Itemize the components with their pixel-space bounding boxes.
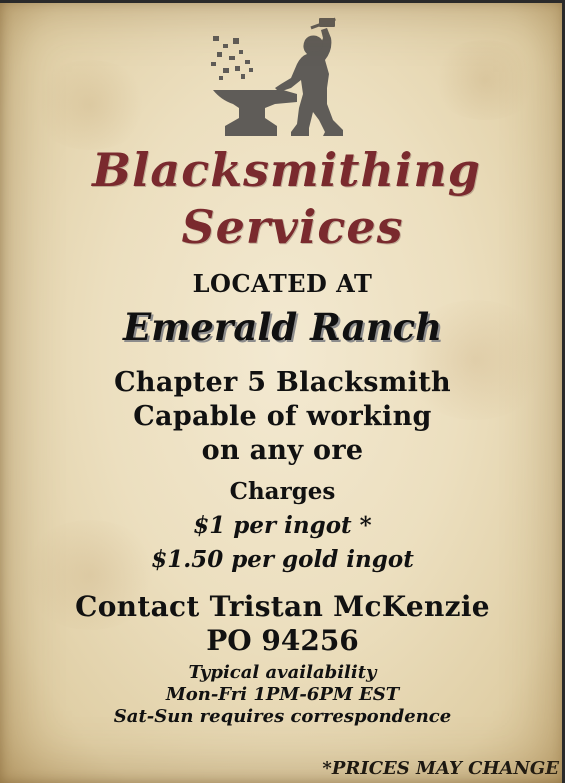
po-box: PO 94256 (206, 624, 359, 657)
title-line-1: Blacksmithing (92, 143, 481, 197)
charges-label: Charges (229, 478, 336, 505)
poster: Blacksmithing Services LOCATED AT Emeral… (0, 0, 565, 783)
availability-weekdays: Mon-Fri 1PM-6PM EST (165, 684, 400, 705)
price-disclaimer: *PRICES MAY CHANGE (322, 758, 559, 779)
availability-heading: Typical availability (188, 662, 377, 683)
location-name: Emerald Ranch (122, 305, 443, 349)
title-line-2: Services (181, 200, 404, 254)
top-border (0, 0, 565, 3)
price-line: $1.50 per gold ingot (151, 546, 414, 573)
blacksmith-anvil-icon (211, 17, 343, 136)
detail-line: on any ore (201, 435, 364, 466)
availability-weekend: Sat-Sun requires correspondence (113, 706, 452, 727)
paper-stain (30, 60, 150, 150)
contact-name: Contact Tristan McKenzie (75, 590, 490, 623)
detail-line: Chapter 5 Blacksmith (114, 367, 451, 398)
price-line: $1 per ingot * (193, 512, 372, 539)
paper-stain (430, 40, 540, 120)
detail-line: Capable of working (133, 401, 432, 432)
located-label: LOCATED AT (192, 269, 373, 298)
